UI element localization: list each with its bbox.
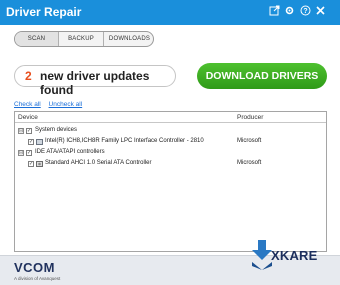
- disk-icon: [36, 161, 43, 167]
- row-checkbox[interactable]: ✓: [26, 128, 32, 134]
- device-table: Device Producer ⊟ ✓ System devices ✓ Int…: [14, 111, 327, 252]
- header-producer: Producer: [237, 114, 264, 121]
- tab-strip: SCAN BACKUP DOWNLOADS: [14, 31, 154, 47]
- title-bar: Driver Repair ?: [0, 0, 340, 25]
- export-icon[interactable]: [268, 5, 280, 18]
- device-producer: Microsoft: [237, 138, 262, 144]
- table-row: ✓ Standard AHCI 1.0 Serial ATA Controlle…: [15, 158, 326, 169]
- table-header: Device Producer: [15, 112, 326, 123]
- tab-scan[interactable]: SCAN: [15, 32, 59, 46]
- category-label: System devices: [35, 127, 78, 133]
- vcom-logo: VCOM: [14, 260, 55, 275]
- collapse-icon[interactable]: ⊟: [18, 128, 24, 134]
- download-drivers-button[interactable]: DOWNLOAD DRIVERS: [197, 63, 327, 89]
- uncheck-all-link[interactable]: Uncheck all: [49, 101, 83, 108]
- category-label: IDE ATA/ATAPI controllers: [35, 149, 105, 155]
- collapse-icon[interactable]: ⊟: [18, 150, 24, 156]
- close-icon[interactable]: [314, 5, 326, 18]
- tab-backup[interactable]: BACKUP: [59, 32, 104, 46]
- check-links: Check all Uncheck all: [14, 101, 88, 108]
- device-producer: Microsoft: [237, 160, 262, 166]
- update-summary-text: new driver updates found: [40, 69, 150, 97]
- xkare-arrow-icon: [252, 240, 272, 270]
- tab-downloads[interactable]: DOWNLOADS: [104, 32, 153, 46]
- row-checkbox[interactable]: ✓: [28, 139, 34, 145]
- header-device: Device: [18, 114, 38, 121]
- driver-repair-window: Driver Repair ? SCAN BACKUP DOWNLOADS 2 …: [0, 0, 340, 285]
- table-row: ⊟ ✓ IDE ATA/ATAPI controllers: [15, 147, 326, 158]
- device-label: Intel(R) ICH8,ICH8R Family LPC Interface…: [45, 138, 204, 144]
- row-checkbox[interactable]: ✓: [26, 150, 32, 156]
- check-all-link[interactable]: Check all: [14, 101, 41, 108]
- chip-icon: [36, 139, 43, 145]
- device-label: Standard AHCI 1.0 Serial ATA Controller: [45, 160, 152, 166]
- update-count: 2: [25, 69, 32, 83]
- updates-summary: 2 new driver updates found: [14, 65, 176, 97]
- xkare-logo: XKARE: [271, 248, 318, 263]
- help-icon[interactable]: ?: [299, 5, 311, 18]
- table-row: ⊟ ✓ System devices: [15, 125, 326, 136]
- row-checkbox[interactable]: ✓: [28, 161, 34, 167]
- svg-text:?: ?: [303, 8, 307, 15]
- vcom-tagline: A division of Avanquest: [14, 276, 61, 281]
- table-row: ✓ Intel(R) ICH8,ICH8R Family LPC Interfa…: [15, 136, 326, 147]
- window-title: Driver Repair: [6, 5, 82, 19]
- gear-icon[interactable]: [283, 5, 295, 18]
